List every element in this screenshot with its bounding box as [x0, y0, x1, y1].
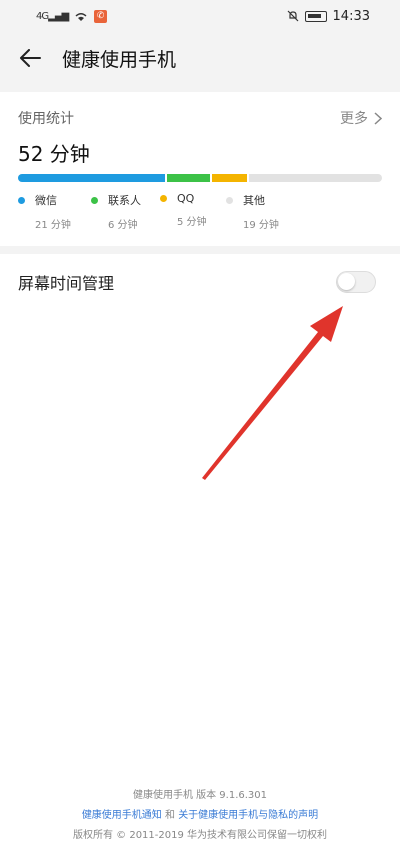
footer-links: 健康使用手机通知 和 关于健康使用手机与隐私的声明 [0, 806, 400, 826]
footer: 健康使用手机 版本 9.1.6.301 健康使用手机通知 和 关于健康使用手机与… [0, 786, 400, 846]
annotation-arrow-icon [202, 306, 343, 480]
notice-link[interactable]: 健康使用手机通知 [82, 810, 162, 821]
footer-and: 和 [165, 810, 175, 821]
privacy-link[interactable]: 关于健康使用手机与隐私的声明 [178, 810, 318, 821]
footer-copyright: 版权所有 © 2011-2019 华为技术有限公司保留一切权利 [72, 830, 328, 841]
annotation-arrow-shape [202, 306, 343, 480]
footer-version: 健康使用手机 版本 9.1.6.301 [132, 790, 268, 801]
